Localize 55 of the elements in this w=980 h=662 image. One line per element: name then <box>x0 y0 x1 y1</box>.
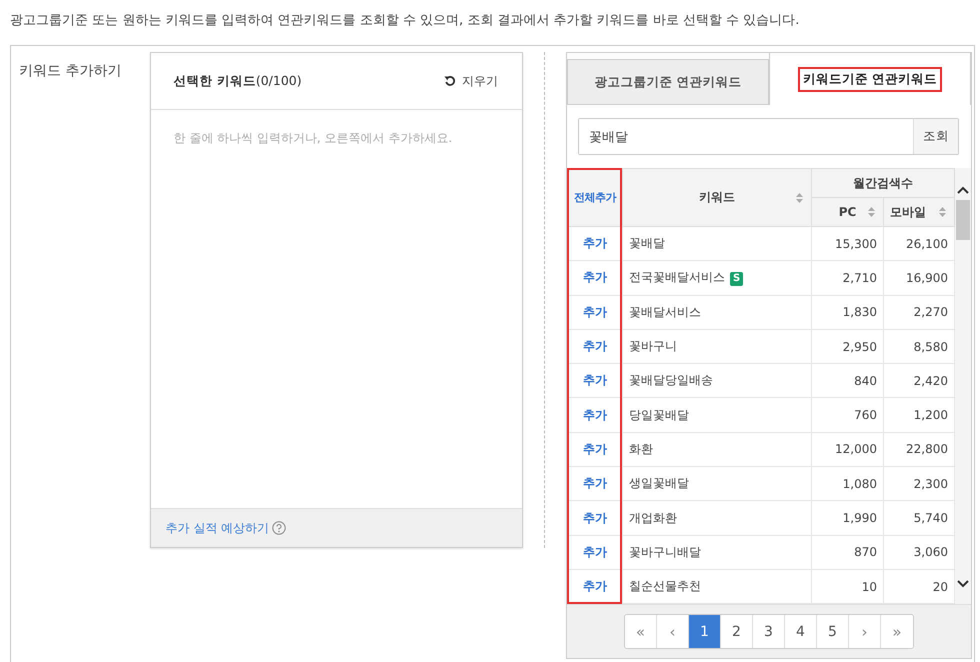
estimate-link[interactable]: 추가 실적 예상하기 <box>165 520 270 536</box>
pc-count-cell: 1,990 <box>812 500 884 536</box>
tab[interactable]: 키워드기준 연관키워드 <box>769 53 971 105</box>
keyword-cell: 꽃배달서비스 <box>622 295 812 330</box>
pc-header[interactable]: PC <box>812 198 884 226</box>
scroll-up-icon[interactable] <box>957 186 969 194</box>
page-nav-button[interactable]: » <box>881 615 913 648</box>
page-button[interactable]: 1 <box>689 615 721 648</box>
pc-count-cell: 870 <box>812 535 884 570</box>
monthly-searches-header: 월간검색수 <box>812 168 954 198</box>
keyword-cell: 당일꽃배달 <box>622 398 812 432</box>
scroll-down-icon[interactable] <box>957 580 969 588</box>
tab[interactable]: 광고그룹기준 연관키워드 <box>567 59 769 105</box>
keyword-cell: 꽃배달당일배송 <box>622 364 812 398</box>
page-nav-button[interactable]: › <box>849 615 881 648</box>
scrollbar[interactable] <box>955 168 971 604</box>
search-button[interactable]: 조회 <box>913 119 958 154</box>
pc-count-cell: 12,000 <box>812 432 884 467</box>
keyword-entry-box[interactable]: 선택한 키워드(0/100) 지우기 한 줄에 하나씩 입력하거나, 오른쪽에서 추가하세요. 추가 실적 예상하기 <box>150 52 523 548</box>
panel-title: 선택한 키워드(0/100) <box>173 72 302 90</box>
pc-count-cell: 840 <box>812 364 884 398</box>
mobile-header[interactable]: 모바일 <box>884 198 954 226</box>
clear-button[interactable]: 지우기 <box>444 72 498 90</box>
keyword-cell: 개업화환 <box>622 500 812 536</box>
reset-icon <box>444 75 456 87</box>
page-nav-button[interactable]: « <box>625 615 657 648</box>
keyword-cell: 꽃배달 <box>622 226 812 261</box>
sort-icon[interactable] <box>868 207 875 217</box>
section-label: 키워드 추가하기 <box>19 62 122 81</box>
pc-count-cell: 15,300 <box>812 226 884 261</box>
sort-icon[interactable] <box>796 192 803 202</box>
keyword-cell: 화환 <box>622 432 812 467</box>
keyword-cell: 전국꽃배달서비스 S <box>622 260 812 296</box>
pc-count-cell: 2,710 <box>812 260 884 296</box>
help-icon[interactable] <box>272 521 286 535</box>
page-button[interactable]: 4 <box>785 615 817 648</box>
add-all-link[interactable]: 전체추가 <box>574 191 616 204</box>
keyword-cell: 꽃바구니배달 <box>622 535 812 570</box>
keyword-input-field[interactable]: 한 줄에 하나씩 입력하거나, 오른쪽에서 추가하세요. <box>151 109 522 509</box>
page-button[interactable]: 5 <box>817 615 849 648</box>
pc-count-cell: 1,830 <box>812 295 884 330</box>
page-button[interactable]: 2 <box>721 615 753 648</box>
scroll-thumb[interactable] <box>956 200 970 240</box>
pc-count-cell: 1,080 <box>812 466 884 501</box>
search-field[interactable]: 꽃배달 조회 <box>578 118 959 155</box>
keyword-badge: S <box>730 272 744 286</box>
intro-text: 광고그룹기준 또는 원하는 키워드를 입력하여 연관키워드를 조회할 수 있으며, 조회 결과에서 추가할 키워드를 바로 선택할 수 있습니다. <box>10 12 800 30</box>
keyword-header[interactable]: 키워드 <box>622 168 812 226</box>
sort-icon[interactable] <box>939 207 946 217</box>
page-button[interactable]: 3 <box>753 615 785 648</box>
pc-count-cell: 760 <box>812 398 884 432</box>
page-nav-button[interactable]: ‹ <box>657 615 689 648</box>
keyword-cell: 꽃바구니 <box>622 329 812 364</box>
pc-count-cell: 2,950 <box>812 329 884 364</box>
keyword-cell: 생일꽃배달 <box>622 466 812 501</box>
